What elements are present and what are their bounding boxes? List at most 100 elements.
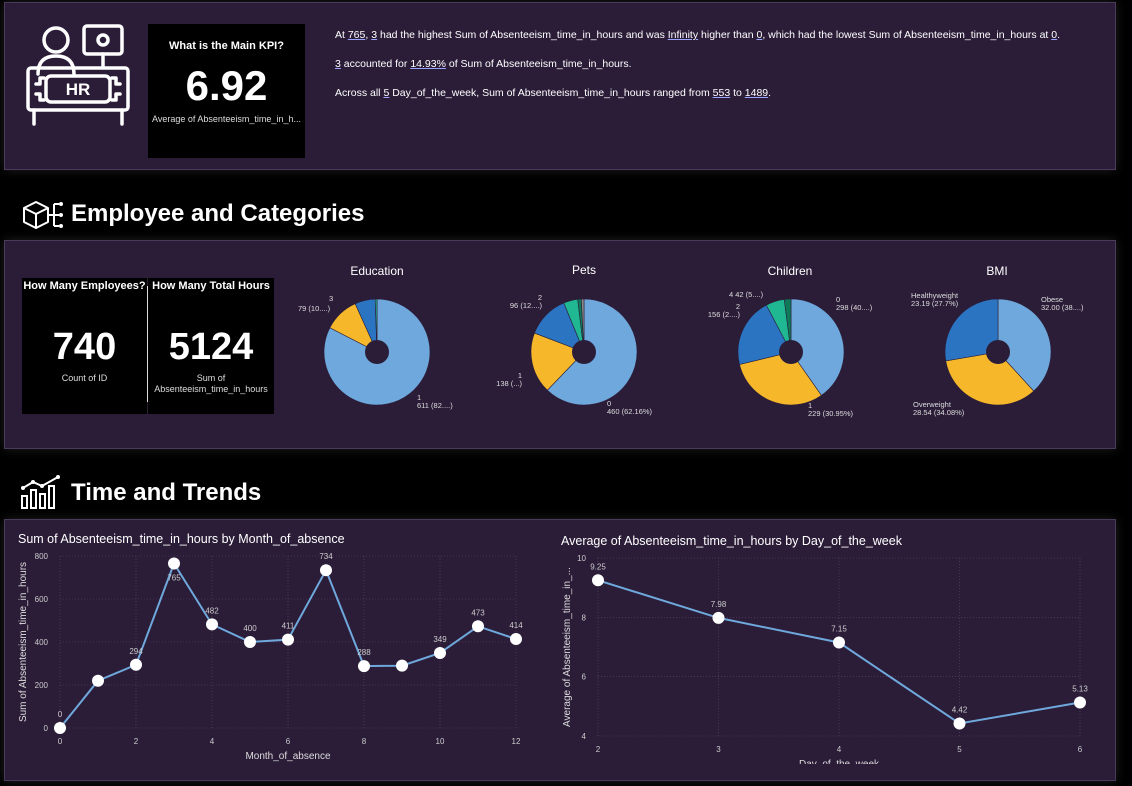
data-point[interactable] <box>592 574 604 587</box>
pie-hole <box>779 340 803 364</box>
data-point[interactable] <box>206 618 218 631</box>
data-label: 349 <box>433 635 447 644</box>
hours-label: How Many Total Hours <box>152 280 270 292</box>
employees-card[interactable]: How Many Employees? 740 Count of ID <box>22 278 147 414</box>
x-tick-label: 5 <box>957 745 962 754</box>
data-point[interactable] <box>282 633 294 646</box>
data-label: 294 <box>129 647 143 656</box>
data-point[interactable] <box>953 717 966 730</box>
edu-label-3: 3 <box>329 294 334 303</box>
data-label: 4.42 <box>952 706 968 715</box>
pie-title-bmi: BMI <box>986 264 1008 278</box>
data-label: 411 <box>282 622 295 631</box>
data-label: 5.13 <box>1072 684 1088 693</box>
y-axis-label: Average of Absenteeism_time_in_... <box>562 567 573 727</box>
data-point[interactable] <box>712 611 725 624</box>
data-point[interactable] <box>168 557 180 570</box>
pie-pets[interactable] <box>529 297 639 407</box>
main-kpi-card[interactable]: What is the Main KPI? 6.92 Average of Ab… <box>148 24 305 158</box>
data-point[interactable] <box>54 722 66 734</box>
data-label: 9.25 <box>590 562 606 571</box>
data-label: 482 <box>205 606 219 615</box>
month-chart-title: Sum of Absenteeism_time_in_hours by Mont… <box>18 532 345 546</box>
x-tick-label: 2 <box>596 745 601 754</box>
main-kpi-sub: Average of Absenteeism_time_in_h... <box>152 114 301 124</box>
y-tick-label: 0 <box>44 724 49 733</box>
y-tick-label: 10 <box>577 554 586 563</box>
hours-sub-2: Absenteeism_time_in_hours <box>154 384 268 394</box>
data-point[interactable] <box>130 658 142 671</box>
pie-title-education: Education <box>350 264 404 278</box>
x-tick-label: 10 <box>436 737 445 746</box>
data-label: 473 <box>471 608 485 617</box>
data-point[interactable] <box>92 674 104 687</box>
y-tick-label: 8 <box>582 613 587 622</box>
data-label: 7.15 <box>831 625 847 634</box>
edu-label-79: 79 (10....) <box>298 304 331 313</box>
y-tick-label: 400 <box>35 638 49 647</box>
pie-hole <box>365 340 389 364</box>
data-label: 414 <box>509 621 523 630</box>
hours-card[interactable]: How Many Total Hours 5124 Sum of Absente… <box>148 278 274 414</box>
employees-label: How Many Employees? <box>23 280 146 292</box>
data-point[interactable] <box>320 564 332 577</box>
data-label: 765 <box>167 574 181 583</box>
main-kpi-label: What is the Main KPI? <box>169 40 284 52</box>
pie-children[interactable] <box>736 297 846 407</box>
day-chart-title: Average of Absenteeism_time_in_hours by … <box>561 534 902 548</box>
x-tick-label: 12 <box>512 737 521 746</box>
section-title-employee: Employee and Categories <box>71 200 365 227</box>
pie-hole <box>572 340 596 364</box>
section-title-time: Time and Trends <box>71 479 262 506</box>
data-point[interactable] <box>396 659 408 672</box>
employees-sub: Count of ID <box>61 373 108 383</box>
pets-label-0: 0 460 (62.16%) <box>607 399 653 416</box>
pie-hole <box>986 340 1010 364</box>
children-label-4: 4 42 (5....) <box>729 290 764 299</box>
data-point[interactable] <box>833 636 845 649</box>
main-kpi-value: 6.92 <box>185 62 268 109</box>
x-tick-label: 8 <box>362 737 367 746</box>
data-point[interactable] <box>434 646 446 659</box>
narrative-line-2: 3 accounted for 14.93% of Sum of Absente… <box>335 58 632 70</box>
narrative-line-1: At 765, 3 had the highest Sum of Absente… <box>335 29 1061 41</box>
x-tick-label: 6 <box>1078 745 1083 754</box>
data-label: 288 <box>357 648 371 657</box>
data-point[interactable] <box>358 660 370 673</box>
edu-label-1: 1 611 (82....) <box>417 393 453 410</box>
category-cube-icon <box>23 201 63 229</box>
data-label: 400 <box>243 624 257 633</box>
pie-title-pets: Pets <box>571 263 596 277</box>
hours-value: 5124 <box>168 326 254 368</box>
y-tick-label: 200 <box>35 681 49 690</box>
x-tick-label: 6 <box>286 737 291 746</box>
y-tick-label: 4 <box>582 732 587 741</box>
data-point[interactable] <box>510 632 522 645</box>
data-label: 7.98 <box>711 600 727 609</box>
bmi-label-overweight: Overweight 28.54 (34.08%) <box>913 400 965 417</box>
x-tick-label: 0 <box>58 737 63 746</box>
children-label-2: 2 156 (2....) <box>707 302 740 319</box>
pie-bmi[interactable] <box>943 297 1053 407</box>
narrative-line-3: Across all 5 Day_of_the_week, Sum of Abs… <box>335 87 772 99</box>
x-axis-label: Day_of_the_week <box>799 759 880 764</box>
pie-education[interactable] <box>322 297 432 407</box>
data-point[interactable] <box>472 620 484 633</box>
data-point[interactable] <box>244 636 256 648</box>
employees-value: 740 <box>52 326 117 368</box>
y-axis-label: Sum of Absenteeism_time_in_hours <box>18 562 29 722</box>
x-tick-label: 4 <box>210 737 215 746</box>
children-label-1: 1 229 (30.95%) <box>808 401 854 418</box>
bmi-label-obese: Obese 32.00 (38....) <box>1041 295 1084 312</box>
bar-trend-icon <box>21 475 60 509</box>
month-line-chart[interactable]: 0 200 400 600 800 0 2 4 6 8 10 12 0 294 765 482 400 411 73… <box>8 546 536 764</box>
day-line-chart[interactable]: 4 6 8 10 2 3 4 5 6 9.25 7.98 7.15 4.42 5.13 Day_of_the… <box>550 548 1096 764</box>
x-tick-label: 3 <box>716 745 721 754</box>
pets-label-2: 2 96 (12....) <box>509 293 542 310</box>
pets-label-1: 1 138 (...) <box>496 371 522 388</box>
x-tick-label: 4 <box>837 745 842 754</box>
children-label-0: 0 298 (40....) <box>836 295 873 312</box>
data-point[interactable] <box>1074 696 1086 709</box>
y-tick-label: 800 <box>35 552 49 561</box>
y-tick-label: 600 <box>35 595 49 604</box>
